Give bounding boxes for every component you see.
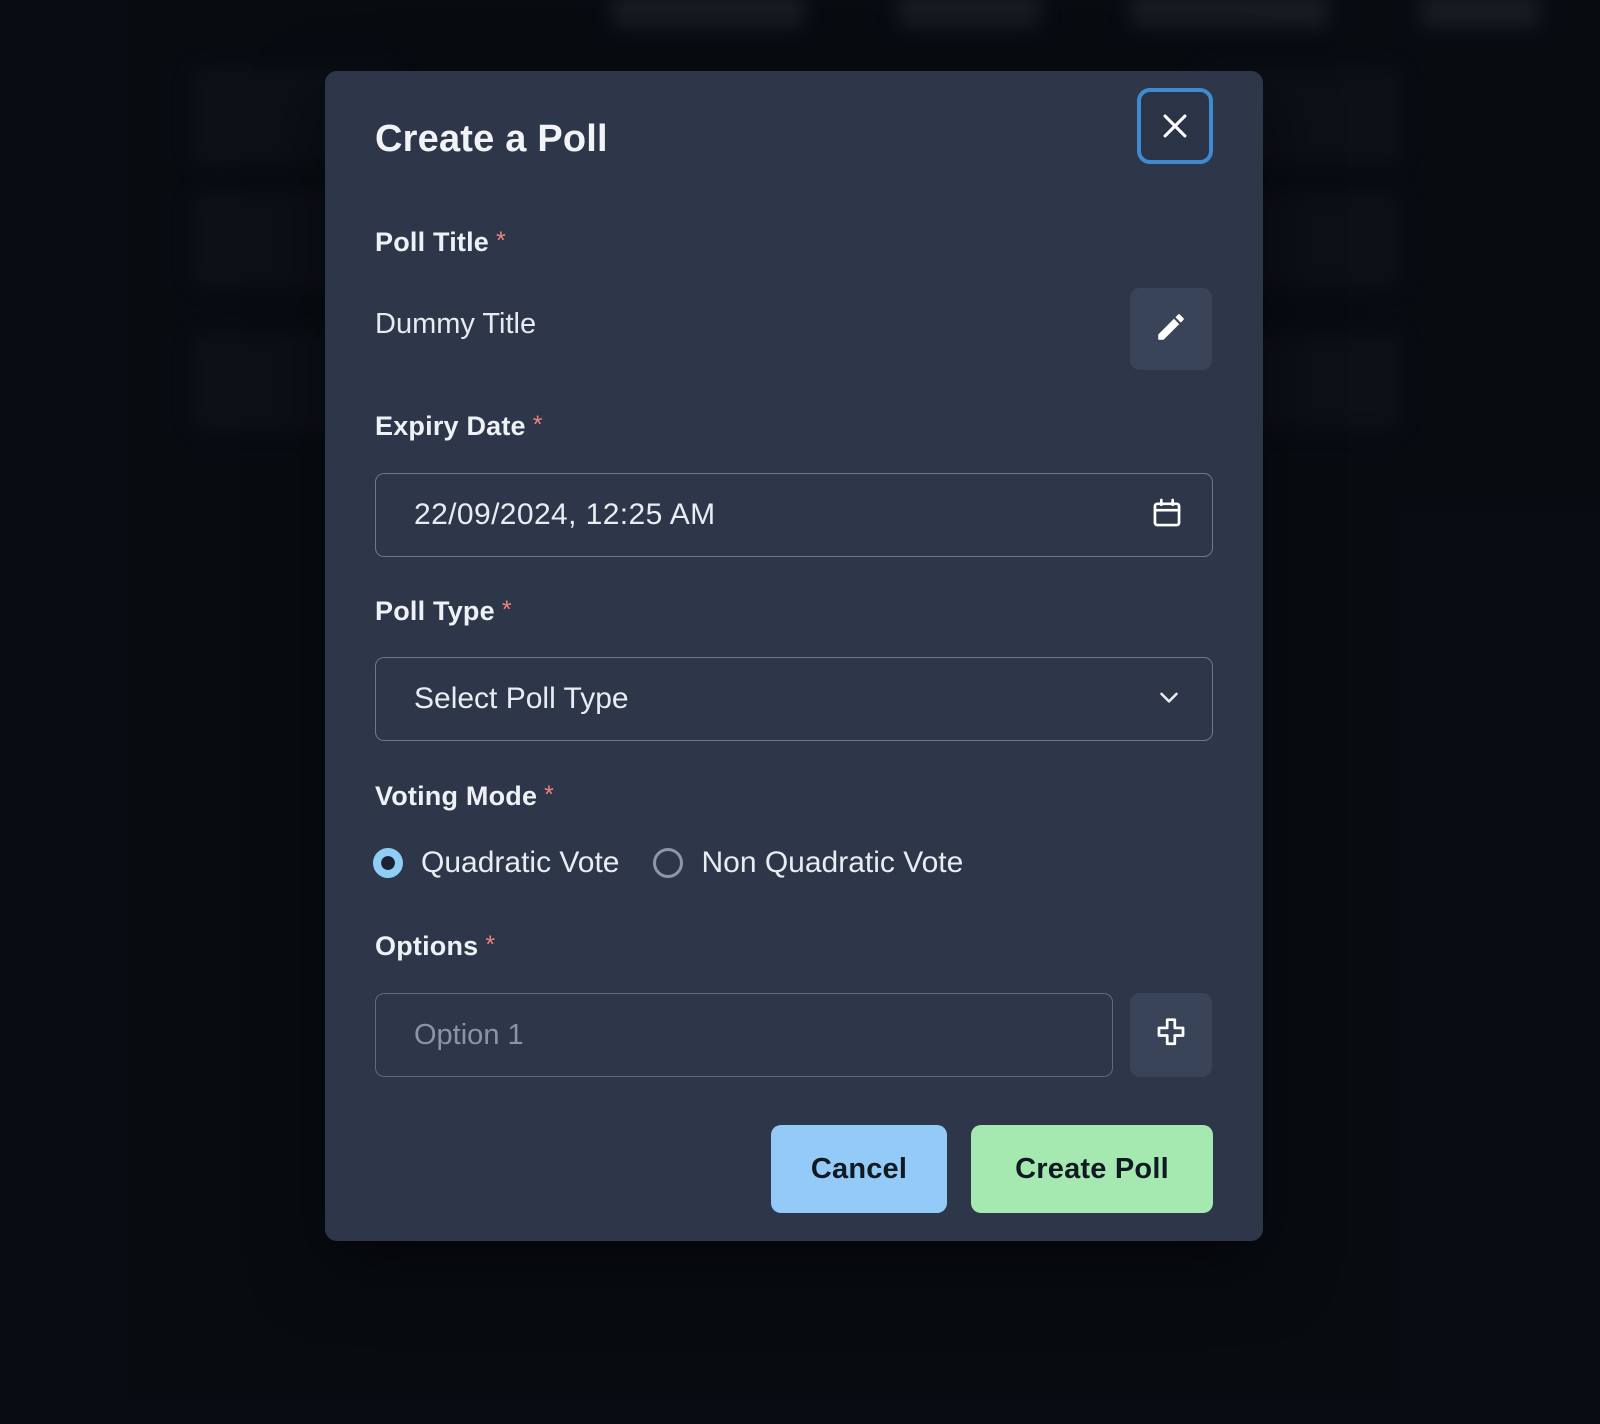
poll-type-select[interactable]: Select Poll Type: [375, 657, 1213, 741]
close-icon: [1158, 109, 1192, 143]
add-option-button[interactable]: [1130, 993, 1212, 1077]
voting-mode-radio-group: Quadratic Vote Non Quadratic Vote: [373, 846, 963, 880]
edit-title-button[interactable]: [1130, 288, 1212, 370]
poll-title-label-text: Poll Title: [375, 227, 490, 257]
poll-type-label: Poll Type *: [375, 596, 512, 627]
radio-button-selected-icon[interactable]: [373, 848, 403, 878]
radio-button-unselected-icon[interactable]: [653, 848, 684, 878]
page-title: Create a Poll: [375, 118, 608, 160]
expiry-date-label: Expiry Date *: [375, 411, 543, 442]
required-marker: *: [532, 411, 543, 439]
radio-option-non-quadratic-vote[interactable]: Non Quadratic Vote: [653, 846, 963, 880]
create-poll-modal: Create a Poll Poll Title * Dummy Title Ex…: [325, 71, 1263, 1241]
radio-label-quadratic-vote: Quadratic Vote: [421, 846, 620, 879]
poll-type-selected-value: Select Poll Type: [414, 682, 629, 715]
required-marker: *: [485, 931, 496, 959]
expiry-date-value: 22/09/2024, 12:25 AM: [414, 498, 716, 531]
required-marker: *: [496, 227, 506, 255]
expiry-date-label-text: Expiry Date: [375, 411, 526, 441]
required-marker: *: [501, 596, 512, 624]
poll-title-label: Poll Title *: [375, 227, 506, 258]
poll-type-label-text: Poll Type: [375, 596, 495, 626]
radio-option-quadratic-vote[interactable]: Quadratic Vote: [373, 846, 619, 880]
expiry-date-input[interactable]: 22/09/2024, 12:25 AM: [375, 473, 1213, 557]
modal-footer: Cancel Create Poll: [375, 1125, 1213, 1213]
plus-icon: [1152, 1014, 1190, 1057]
options-label: Options *: [375, 931, 495, 962]
radio-label-non-quadratic-vote: Non Quadratic Vote: [701, 846, 964, 879]
voting-mode-label: Voting Mode *: [375, 781, 554, 812]
create-poll-button[interactable]: Create Poll: [971, 1125, 1213, 1213]
option-1-input[interactable]: Option 1: [375, 993, 1113, 1077]
calendar-icon[interactable]: [1150, 496, 1184, 535]
option-1-placeholder: Option 1: [414, 1018, 524, 1051]
chevron-down-icon: [1154, 682, 1184, 717]
voting-mode-label-text: Voting Mode: [375, 781, 538, 811]
poll-title-value: Dummy Title: [375, 308, 537, 340]
close-button[interactable]: [1137, 88, 1213, 164]
options-label-text: Options: [375, 931, 479, 961]
pencil-icon: [1154, 310, 1188, 349]
required-marker: *: [544, 781, 555, 809]
cancel-button[interactable]: Cancel: [771, 1125, 947, 1213]
